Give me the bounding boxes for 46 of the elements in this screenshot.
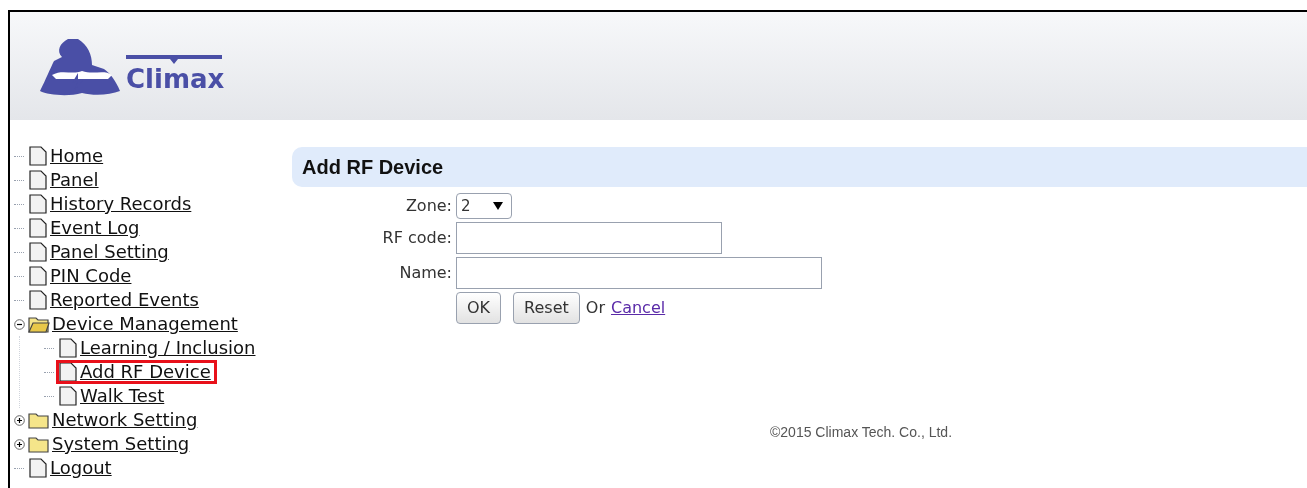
nav-link[interactable]: Reported Events [50,290,199,310]
nav-link[interactable]: Panel Setting [50,242,169,262]
expand-icon[interactable] [14,414,25,426]
name-field[interactable] [456,257,822,289]
page-icon [58,386,78,406]
zone-dropdown[interactable]: 2 [456,193,512,219]
nav-link[interactable]: PIN Code [50,266,132,286]
nav-link[interactable]: Network Setting [52,410,198,430]
expand-icon[interactable] [14,438,25,450]
page-icon [28,458,48,478]
ok-button[interactable]: OK [456,292,502,324]
logo-text: Climax [126,65,225,93]
nav-link[interactable]: Add RF Device [80,362,211,382]
folder-icon [28,411,50,429]
nav-link[interactable]: Walk Test [80,386,165,406]
nav-link[interactable]: Panel [50,170,99,190]
nav-link[interactable]: Learning / Inclusion [80,338,256,358]
page-icon [58,362,78,382]
page-icon [28,266,48,286]
page-icon [28,218,48,238]
or-text: Or [585,297,605,319]
cancel-link[interactable]: Cancel [610,296,666,320]
folder-icon [28,435,50,453]
rf-code-field[interactable] [456,222,722,254]
page-title: Add RF Device [302,155,444,180]
page-icon [28,242,48,262]
page-icon [28,170,48,190]
dropdown-arrow-icon [493,202,503,210]
reset-button[interactable]: Reset [513,292,580,324]
nav-link[interactable]: Logout [50,458,112,478]
page-icon [28,146,48,166]
nav-link[interactable]: System Setting [52,434,190,454]
collapse-icon[interactable] [14,318,25,330]
nav-link[interactable]: History Records [50,194,192,214]
field-label: Zone: [404,195,452,217]
copyright-text: ©2015 Climax Tech. Co., Ltd. [770,424,953,440]
field-label: Name: [398,262,452,284]
logo-bar-icon [126,55,222,65]
nav-link[interactable]: Event Log [50,218,140,238]
page-icon [58,338,78,358]
folder-icon [28,315,50,333]
page-icon [28,194,48,214]
nav-link[interactable]: Home [50,146,104,166]
nav-link[interactable]: Device Management [52,314,238,334]
field-label: RF code: [381,227,452,249]
page-icon [28,290,48,310]
